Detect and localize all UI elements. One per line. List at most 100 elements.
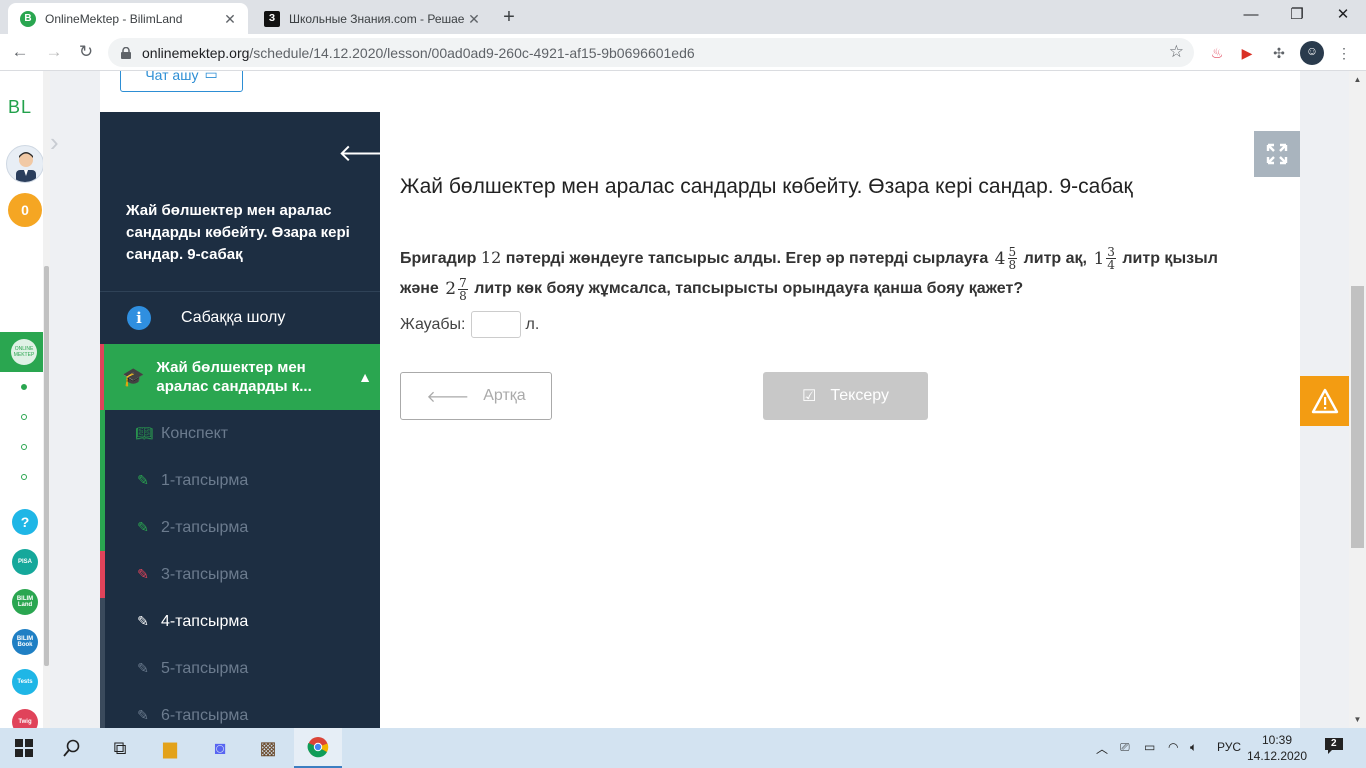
- report-warning-icon[interactable]: [1300, 376, 1350, 426]
- scroll-down-icon[interactable]: ▼: [1349, 711, 1366, 728]
- sidebar-back-arrow-icon[interactable]: 🡐: [338, 138, 402, 168]
- bilimland-favicon-icon: B: [20, 10, 36, 27]
- rail-scrollbar-thumb[interactable]: [44, 266, 49, 666]
- rail-scrollbar[interactable]: [43, 71, 50, 728]
- tray-chevron-up-icon[interactable]: ︿: [1096, 740, 1108, 757]
- address-bar[interactable]: onlinemektep.org/schedule/14.12.2020/les…: [108, 38, 1194, 67]
- answer-input[interactable]: [470, 311, 521, 338]
- sidebar-item-task-5[interactable]: ✎ 5-тапсырма: [100, 645, 380, 692]
- answer-unit: л.: [525, 315, 540, 333]
- check-button[interactable]: ☑ Тексеру: [763, 372, 928, 420]
- lesson-main-area: Чат ашу ▭ 🡐 Жай бөлшектер мен аралас сан…: [100, 71, 1300, 728]
- sidebar-item-task-2[interactable]: ✎ 2-тапсырма: [100, 504, 380, 551]
- tests-icon[interactable]: Tests: [12, 669, 38, 695]
- page-scrollbar[interactable]: ▲ ▼: [1349, 71, 1366, 728]
- profile-avatar-icon[interactable]: ☺: [1300, 41, 1324, 65]
- menu-kebab-icon[interactable]: ⋮: [1334, 43, 1354, 63]
- question-number: 12: [480, 248, 502, 267]
- wifi-icon[interactable]: ◠: [1168, 740, 1178, 754]
- bilimbook-icon[interactable]: BILIM Book: [12, 629, 38, 655]
- user-avatar[interactable]: [6, 145, 44, 183]
- sidebar-item-task-4[interactable]: ✎ 4-тапсырма: [100, 598, 380, 645]
- tab-znanija[interactable]: З Школьные Знания.com - Решае ✕: [252, 3, 492, 34]
- extensions-puzzle-icon[interactable]: ✣: [1269, 43, 1289, 63]
- rail-onlinemektep-button[interactable]: ONLINE MEKTEP: [0, 332, 43, 372]
- edit-icon: ✎: [137, 472, 149, 488]
- language-indicator[interactable]: РУС: [1217, 740, 1241, 754]
- bilimland-app-icon[interactable]: BILIM Land: [12, 589, 38, 615]
- search-icon[interactable]: [48, 728, 96, 768]
- question-part: литр қызыл: [1122, 250, 1218, 267]
- scroll-up-icon[interactable]: ▲: [1349, 71, 1366, 88]
- page-scrollbar-thumb[interactable]: [1351, 286, 1364, 548]
- fraction-2-7-8: 278: [445, 274, 468, 304]
- checkbox-checked-icon: ☑: [802, 388, 817, 405]
- discord-icon[interactable]: ◙: [196, 728, 244, 768]
- back-button-label: Артқа: [483, 387, 526, 404]
- sidebar-item-konspekt[interactable]: 📖︎ Конспект: [100, 410, 380, 457]
- restore-icon[interactable]: ❐: [1274, 0, 1320, 30]
- pisa-icon[interactable]: PISA: [12, 549, 38, 575]
- question-part: және: [400, 280, 439, 298]
- chevron-right-icon[interactable]: ›: [50, 123, 68, 161]
- task-view-icon[interactable]: ⧉: [96, 728, 144, 768]
- chat-icon: ▭: [204, 71, 218, 82]
- question-text: Бригадир 12 пәтерді жөндеуге тапсырыс ал…: [400, 243, 1270, 304]
- url-path: /schedule/14.12.2020/lesson/00ad0ad9-260…: [249, 44, 695, 61]
- close-window-icon[interactable]: ✕: [1320, 0, 1366, 30]
- windows-start-icon[interactable]: [0, 728, 48, 768]
- sidebar-item-task-6[interactable]: ✎ 6-тапсырма: [100, 692, 380, 728]
- rail-dot[interactable]: [21, 474, 27, 480]
- clock-time: 10:39: [1261, 733, 1293, 747]
- section-label: Жай бөлшектер мен аралас сандарды к...: [156, 359, 312, 395]
- pdf-extension-icon[interactable]: ▶: [1237, 43, 1257, 63]
- fraction-numerator: 7: [458, 275, 468, 290]
- minecraft-icon[interactable]: ▩: [244, 728, 292, 768]
- close-tab-icon[interactable]: ✕: [466, 11, 482, 27]
- coins-badge[interactable]: 0: [8, 193, 42, 227]
- bilimland-logo[interactable]: BL: [8, 97, 32, 118]
- clock-date: 14.12.2020: [1246, 749, 1308, 763]
- battery-icon[interactable]: ▭: [1144, 740, 1155, 754]
- minimize-icon[interactable]: —: [1228, 0, 1274, 30]
- back-button[interactable]: 🡐 Артқа: [400, 372, 552, 420]
- sidebar-item-overview[interactable]: i Сабаққа шолу: [100, 292, 380, 344]
- sidebar-item-task-3[interactable]: ✎ 3-тапсырма: [100, 551, 380, 598]
- fullscreen-expand-icon[interactable]: [1254, 131, 1300, 177]
- clock[interactable]: 10:39 14.12.2020: [1246, 732, 1308, 764]
- forward-arrow-icon[interactable]: →: [42, 40, 66, 64]
- open-chat-button[interactable]: Чат ашу ▭: [120, 71, 243, 92]
- rail-dot[interactable]: [21, 384, 27, 390]
- sidebar-item-label: Конспект: [161, 424, 229, 442]
- rail-dot[interactable]: [21, 414, 27, 420]
- check-button-label: Тексеру: [830, 387, 889, 404]
- tab-onlinemektep[interactable]: B OnlineMektep - BilimLand ✕: [8, 3, 248, 34]
- tab-title: OnlineMektep - BilimLand: [45, 11, 183, 26]
- page-viewport: BL 0 ONLINE MEKTEP ? PISA BILIM Land BIL…: [0, 71, 1366, 728]
- twig-icon[interactable]: Twig: [12, 709, 38, 728]
- new-tab-plus-icon[interactable]: +: [498, 6, 520, 28]
- bookmark-star-icon[interactable]: ☆: [1169, 42, 1184, 62]
- rail-dot[interactable]: [21, 444, 27, 450]
- help-icon[interactable]: ?: [12, 509, 38, 535]
- back-arrow-icon[interactable]: ←: [8, 40, 32, 64]
- sidebar-section-lesson[interactable]: 🎓 Жай бөлшектер мен аралас сандарды к...…: [100, 344, 380, 410]
- fraction-denominator: 8: [459, 288, 467, 303]
- chevron-up-icon[interactable]: ▲: [350, 369, 380, 385]
- book-icon: 📖︎: [135, 425, 153, 441]
- sidebar-lesson-title: Жай бөлшектер мен аралас сандарды көбейт…: [126, 202, 350, 263]
- edit-icon: ✎: [137, 566, 149, 582]
- volume-icon[interactable]: 🔈︎: [1190, 740, 1197, 755]
- lock-icon: [120, 46, 132, 60]
- tray-device-icon[interactable]: ⎚: [1120, 740, 1130, 755]
- close-tab-icon[interactable]: ✕: [222, 11, 238, 27]
- chrome-icon[interactable]: [294, 728, 342, 768]
- file-explorer-icon[interactable]: ▆: [146, 728, 194, 768]
- edit-icon: ✎: [137, 613, 149, 629]
- answer-row: Жауабы: л.: [400, 311, 539, 338]
- extension-icon[interactable]: ♨: [1207, 43, 1227, 63]
- notifications-icon[interactable]: 2: [1324, 737, 1346, 757]
- graduation-cap-icon: 🎓: [122, 366, 145, 387]
- reload-icon[interactable]: ↻: [74, 40, 98, 64]
- sidebar-item-task-1[interactable]: ✎ 1-тапсырма: [100, 457, 380, 504]
